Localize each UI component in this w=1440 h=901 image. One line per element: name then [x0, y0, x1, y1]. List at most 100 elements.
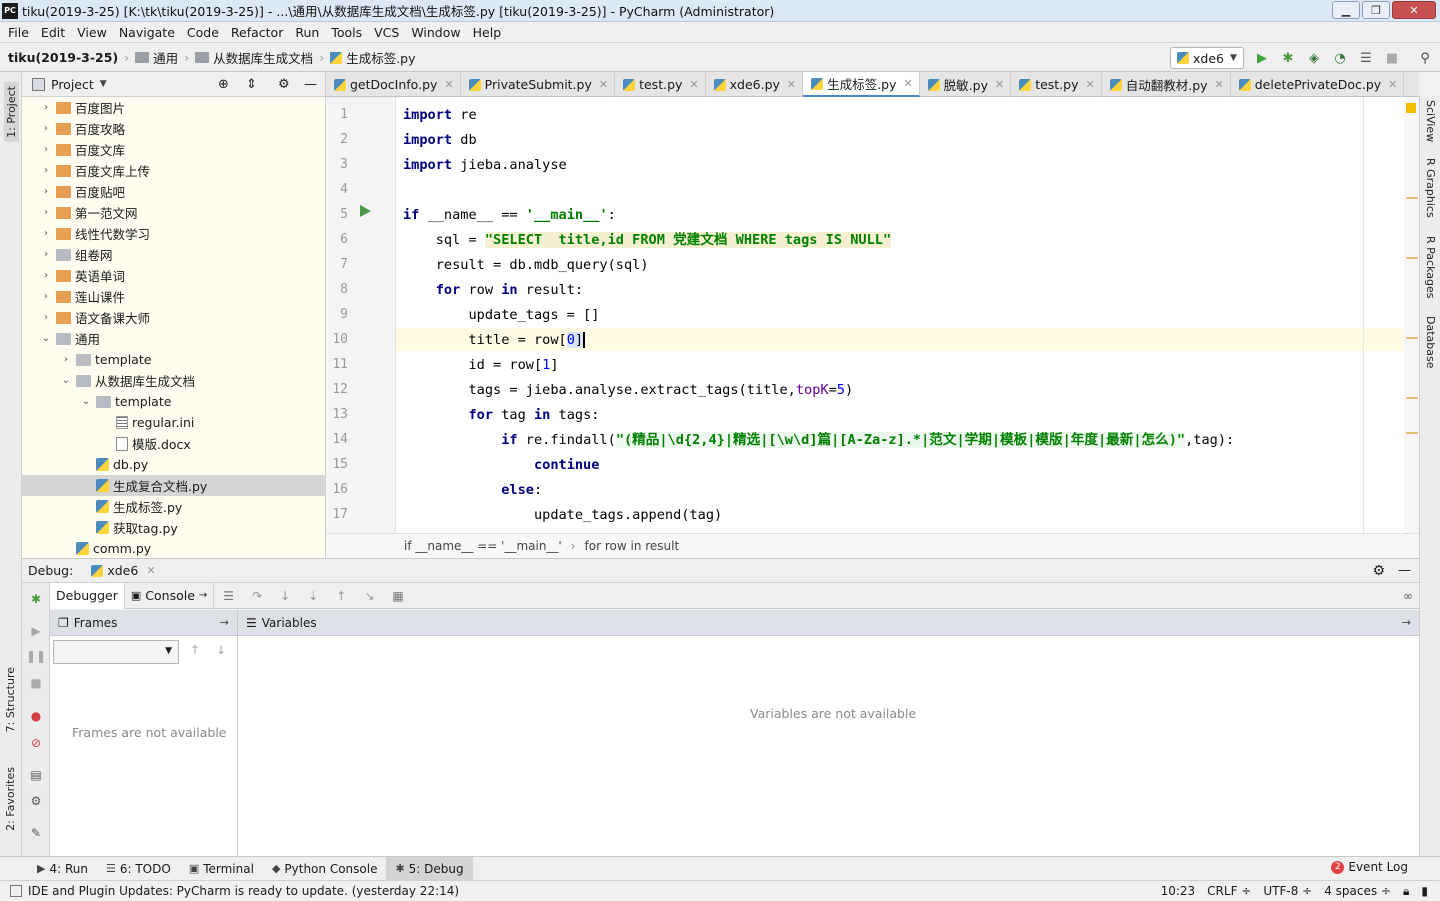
close-icon[interactable]: ✕ — [599, 78, 608, 91]
close-icon[interactable]: ✕ — [787, 78, 796, 91]
settings-icon[interactable]: ⚙ — [29, 794, 43, 808]
menu-run[interactable]: Run — [289, 25, 325, 40]
locate-icon[interactable]: ⊕ — [218, 77, 229, 92]
editor-tab[interactable]: PrivateSubmit.py ✕ — [461, 72, 616, 97]
favorites-tool-tab[interactable]: 2: Favorites — [4, 767, 17, 831]
tree-item[interactable]: regular.ini — [22, 412, 325, 433]
status-message[interactable]: IDE and Plugin Updates: PyCharm is ready… — [28, 884, 459, 898]
breadcrumb-file[interactable]: 生成标签.py — [330, 48, 416, 67]
tree-item[interactable]: › 莲山课件 — [22, 286, 325, 307]
breadcrumb-folder[interactable]: 通用 › — [135, 48, 189, 67]
close-window-button[interactable]: ✕ — [1392, 1, 1436, 19]
line-separator[interactable]: CRLF ÷ — [1207, 884, 1251, 898]
r-packages-tool-tab[interactable]: R Packages — [1424, 236, 1437, 298]
run-to-cursor-icon[interactable]: ↘ — [364, 589, 374, 603]
close-icon[interactable]: ✕ — [903, 77, 912, 90]
pin-icon[interactable]: → — [1402, 616, 1411, 629]
concurrency-icon[interactable]: ☰ — [1358, 50, 1374, 66]
editor-tab[interactable]: deletePrivateDoc.py ✕ — [1231, 72, 1405, 97]
chevron-right-icon[interactable]: › — [60, 354, 72, 365]
menu-tools[interactable]: Tools — [325, 25, 368, 40]
r-graphics-tool-tab[interactable]: R Graphics — [1424, 158, 1437, 218]
chevron-right-icon[interactable]: › — [40, 249, 52, 260]
hide-panel-icon[interactable]: — — [304, 77, 317, 92]
tool-window-button[interactable]: ✱ 5: Debug — [386, 856, 473, 881]
menu-vcs[interactable]: VCS — [368, 25, 405, 40]
chevron-right-icon[interactable]: › — [40, 102, 52, 113]
menu-code[interactable]: Code — [181, 25, 225, 40]
minimize-button[interactable]: ▁ — [1332, 1, 1360, 19]
tree-item[interactable]: › template — [22, 349, 325, 370]
editor-tab[interactable]: 自动翻教材.py ✕ — [1102, 72, 1231, 97]
chevron-right-icon[interactable]: › — [40, 207, 52, 218]
tree-item[interactable]: › 英语单词 — [22, 265, 325, 286]
chevron-right-icon[interactable]: › — [40, 312, 52, 323]
view-breakpoints-icon[interactable]: ● — [29, 709, 43, 723]
tree-item[interactable]: › 百度贴吧 — [22, 181, 325, 202]
menu-navigate[interactable]: Navigate — [113, 25, 181, 40]
database-tool-tab[interactable]: Database — [1424, 316, 1437, 369]
tree-item[interactable]: 生成复合文档.py — [22, 475, 325, 496]
menu-view[interactable]: View — [71, 25, 113, 40]
tree-item[interactable]: › 百度攻略 — [22, 118, 325, 139]
close-icon[interactable]: ✕ — [146, 564, 155, 577]
search-everywhere-icon[interactable]: ⚲ — [1417, 50, 1433, 66]
run-gutter-icon[interactable] — [360, 205, 371, 217]
code-crumb[interactable]: for row in result — [585, 539, 680, 553]
tab-debugger[interactable]: Debugger — [50, 582, 125, 609]
code-editor[interactable]: 1 2 3 4 5 6 7 8 9 10 11 12 13 14 15 16 17 import re impo… — [326, 97, 1419, 533]
chevron-down-icon[interactable]: ⌄ — [60, 375, 72, 386]
show-execution-point-icon[interactable]: ☰ — [223, 589, 234, 603]
chevron-right-icon[interactable]: › — [40, 228, 52, 239]
step-over-icon[interactable]: ↷ — [252, 589, 262, 603]
chevron-right-icon[interactable]: › — [40, 144, 52, 155]
menu-help[interactable]: Help — [467, 25, 508, 40]
infinity-icon[interactable]: ∞ — [1403, 589, 1413, 603]
breadcrumb-project[interactable]: tiku(2019-3-25) › — [8, 50, 129, 65]
menu-window[interactable]: Window — [405, 25, 466, 40]
chevron-right-icon[interactable]: › — [40, 165, 52, 176]
memory-indicator-icon[interactable]: ▮ — [1421, 884, 1428, 898]
chevron-right-icon[interactable]: › — [40, 123, 52, 134]
breadcrumb-folder[interactable]: 从数据库生成文档 › — [195, 48, 324, 67]
structure-tool-tab[interactable]: 7: Structure — [4, 667, 17, 732]
tree-item[interactable]: › 百度图片 — [22, 97, 325, 118]
tree-item[interactable]: 生成标签.py — [22, 496, 325, 517]
editor-tab[interactable]: xde6.py ✕ — [706, 72, 804, 97]
close-icon[interactable]: ✕ — [995, 78, 1004, 91]
hide-panel-icon[interactable]: — — [1398, 563, 1411, 578]
close-icon[interactable]: ✕ — [444, 78, 453, 91]
tree-item[interactable]: 模版.docx — [22, 433, 325, 454]
editor-tab[interactable]: 脱敏.py ✕ — [920, 72, 1012, 97]
tree-item[interactable]: › 组卷网 — [22, 244, 325, 265]
close-icon[interactable]: ✕ — [689, 78, 698, 91]
event-log-button[interactable]: 2 Event Log — [1331, 860, 1408, 874]
close-icon[interactable]: ✕ — [1215, 78, 1224, 91]
thread-selector[interactable]: ▼ — [53, 640, 179, 664]
step-into-my-code-icon[interactable]: ⇣ — [308, 589, 318, 603]
chevron-right-icon[interactable]: › — [40, 186, 52, 197]
menu-refactor[interactable]: Refactor — [225, 25, 289, 40]
tree-item[interactable]: › 线性代数学习 — [22, 223, 325, 244]
pin-icon[interactable]: ✎ — [29, 826, 43, 840]
previous-frame-icon[interactable]: ↑ — [190, 643, 200, 657]
chevron-down-icon[interactable]: ⌄ — [40, 333, 52, 344]
sciview-tool-tab[interactable]: SciView — [1424, 100, 1437, 142]
debug-icon[interactable]: ✱ — [1280, 50, 1296, 66]
tool-window-button[interactable]: ◆ Python Console — [263, 857, 387, 881]
close-icon[interactable]: ✕ — [1086, 78, 1095, 91]
caret-position[interactable]: 10:23 — [1161, 884, 1196, 898]
tree-item[interactable]: db.py — [22, 454, 325, 475]
editor-tab[interactable]: getDocInfo.py ✕ — [326, 72, 461, 97]
evaluate-expression-icon[interactable]: ▦ — [392, 589, 403, 603]
editor-tab[interactable]: 生成标签.py ✕ — [803, 72, 920, 97]
maximize-button[interactable]: ❐ — [1362, 1, 1390, 19]
tree-item[interactable]: ⌄ 通用 — [22, 328, 325, 349]
tool-window-button[interactable]: ☰ 6: TODO — [97, 857, 180, 881]
editor-scrollbar[interactable] — [1404, 97, 1419, 533]
layout-icon[interactable]: ▤ — [29, 768, 43, 782]
run-icon[interactable]: ▶ — [1254, 50, 1270, 66]
tree-item[interactable]: › 百度文库上传 — [22, 160, 325, 181]
pin-icon[interactable]: → — [220, 616, 229, 629]
lock-icon[interactable]: 🔒︎ — [1403, 884, 1409, 899]
